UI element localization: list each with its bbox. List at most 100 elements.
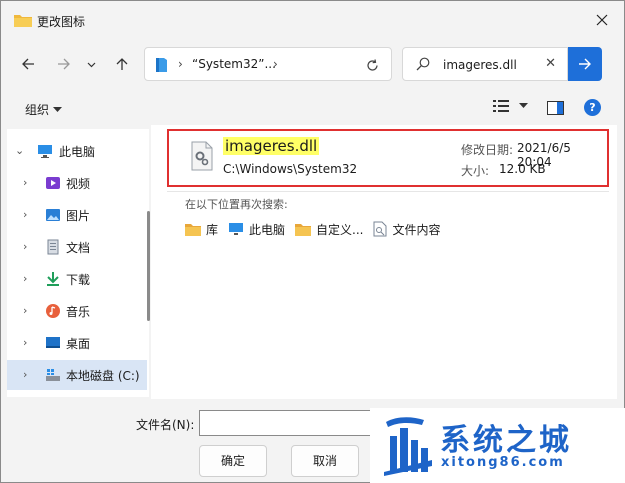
details-view-icon [493,100,509,112]
city-logo-icon [384,417,432,476]
search-icon [416,57,430,71]
search-box[interactable]: ✕ [402,47,568,81]
size-value: 12.0 KB [499,162,546,176]
back-button[interactable] [15,51,41,77]
search-again-label: 自定义... [316,222,364,237]
search-go-button[interactable] [568,47,602,81]
video-icon [46,177,60,189]
watermark-url: xitong86.com [441,455,565,470]
close-icon [596,14,608,26]
refresh-icon [366,58,378,71]
refresh-button[interactable] [361,54,383,76]
search-again-this-pc[interactable]: 此电脑 [228,221,285,238]
file-path: C:\Windows\System32 [223,162,358,176]
ok-button[interactable]: 确定 [199,445,267,477]
sidebar-item-label: 桌面 [66,337,91,351]
arrow-up-icon [116,58,128,70]
arrow-right-icon [579,58,591,70]
watermark-title: 系统之城 [440,423,572,458]
drive-icon [46,369,60,381]
organize-label: 组织 [25,103,50,117]
chevron-right-icon[interactable]: › [23,368,27,381]
sidebar-item-label: 此电脑 [59,145,96,159]
search-again-label: 此电脑 [249,222,286,237]
sidebar-item-pictures[interactable]: › 图片 [7,200,147,230]
cancel-button[interactable]: 取消 [291,445,359,477]
chevron-down-icon[interactable]: ⌄ [15,144,24,157]
preview-pane-icon [547,101,564,115]
blue-folder-icon [156,58,167,72]
window-title: 更改图标 [37,15,86,29]
search-again-locations: 库 此电脑 自定义... 文件内容 [185,219,451,239]
organize-button[interactable]: 组织 [25,101,63,118]
sidebar-item-music[interactable]: › 音乐 [7,296,147,326]
change-view-button[interactable] [493,99,528,113]
caret-down-icon [53,106,63,112]
custom-folder-icon [295,224,312,236]
watermark: 系统之城 xitong86.com [370,408,625,483]
divider [167,191,609,192]
search-again-library[interactable]: 库 [185,221,218,238]
sidebar-item-downloads[interactable]: › 下载 [7,264,147,294]
sidebar-item-local-disk-c[interactable]: › 本地磁盘 (C:) [7,360,147,390]
file-name: imageres.dll [223,137,320,155]
command-bar: 组织 ? [1,93,624,125]
breadcrumb-chevron-icon[interactable]: › [273,57,278,71]
preview-pane-button[interactable] [547,101,564,118]
filename-label: 文件名(N): [136,418,195,432]
search-again-heading: 在以下位置再次搜索: [185,198,288,211]
chevron-down-icon [87,62,95,67]
search-again-label: 文件内容 [392,222,441,237]
search-result-item[interactable]: imageres.dll C:\Windows\System32 修改日期: 2… [167,129,609,187]
chevron-right-icon[interactable]: › [23,176,27,189]
sidebar-item-label: 音乐 [66,305,91,319]
file-list: imageres.dll C:\Windows\System32 修改日期: 2… [151,125,617,399]
breadcrumb-chevron-icon: › [178,57,183,71]
size-label: 大小: [461,164,490,178]
picture-icon [46,209,60,221]
sidebar-scrollbar[interactable] [147,211,150,321]
title-bar: 更改图标 [1,1,624,41]
document-icon [47,239,59,255]
sidebar-item-label: 视频 [66,177,91,191]
address-path[interactable]: “System32”... [192,57,276,71]
modified-date-label: 修改日期: [461,143,514,157]
recent-locations-button[interactable] [81,51,101,77]
chevron-right-icon[interactable]: › [23,272,27,285]
chevron-right-icon[interactable]: › [23,208,27,221]
arrow-left-icon [22,58,34,70]
question-mark-icon: ? [589,101,596,114]
filename-input[interactable] [199,410,397,436]
chevron-right-icon[interactable]: › [23,304,27,317]
file-content-icon [373,221,387,237]
navigation-pane: ⌄ 此电脑 › 视频 › 图片 › 文档 › 下载 › 音乐 › 桌面 › 本地… [7,129,149,397]
library-icon [185,224,201,236]
pc-icon [229,223,244,235]
search-again-file-contents[interactable]: 文件内容 [373,221,441,238]
close-button[interactable] [580,1,624,39]
search-again-custom[interactable]: 自定义... [295,221,363,238]
dll-file-icon [191,141,213,171]
sidebar-item-label: 下载 [66,273,91,287]
chevron-right-icon[interactable]: › [23,336,27,349]
sidebar-item-this-pc[interactable]: ⌄ 此电脑 [7,136,147,166]
up-button[interactable] [109,51,135,77]
address-bar[interactable]: › “System32”... › [144,47,392,81]
clear-search-icon[interactable]: ✕ [545,56,556,71]
download-icon [47,272,59,286]
help-button[interactable]: ? [584,99,601,116]
arrow-right-icon [58,58,70,70]
sidebar-item-videos[interactable]: › 视频 [7,168,147,198]
caret-down-icon [519,103,528,108]
pc-icon [38,145,52,158]
sidebar-item-label: 图片 [66,209,91,223]
sidebar-item-documents[interactable]: › 文档 [7,232,147,262]
search-again-label: 库 [206,222,219,237]
chevron-right-icon[interactable]: › [23,240,27,253]
desktop-icon [46,337,60,348]
search-input[interactable] [443,56,539,74]
forward-button[interactable] [51,51,77,77]
sidebar-item-desktop[interactable]: › 桌面 [7,328,147,358]
sidebar-item-label: 本地磁盘 (C:) [66,369,140,383]
music-icon [46,304,60,318]
